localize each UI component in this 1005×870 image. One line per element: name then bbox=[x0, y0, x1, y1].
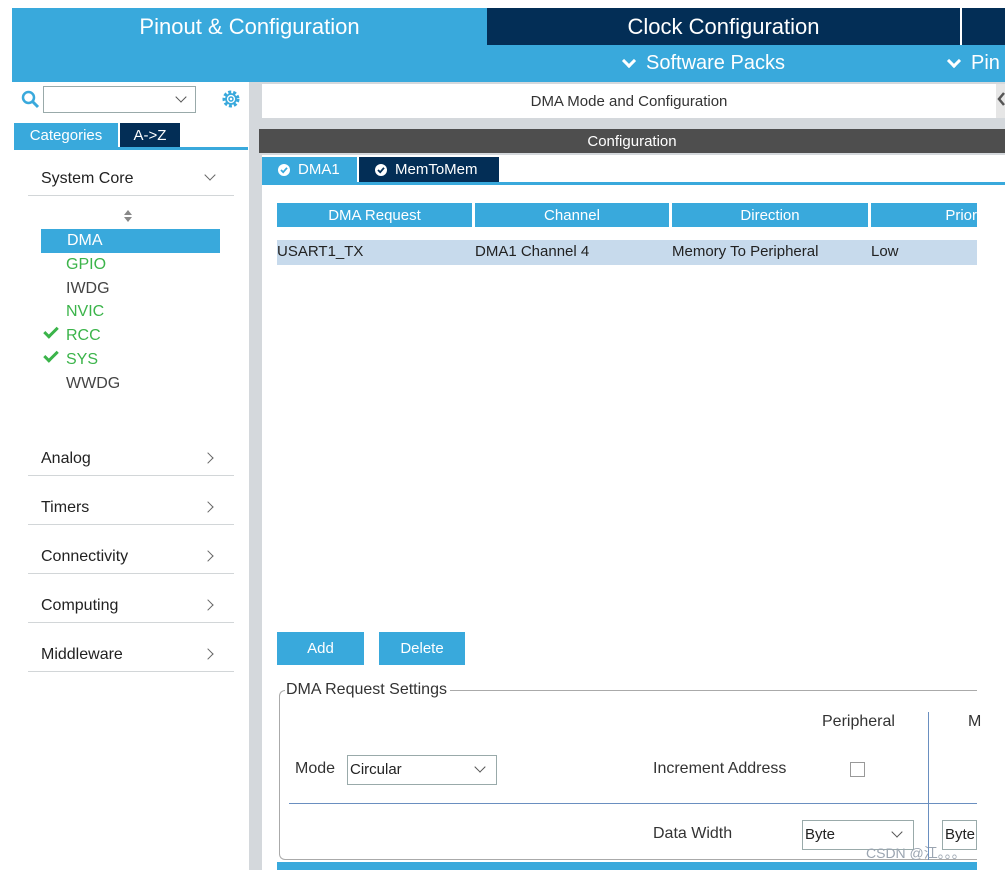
sidebar-item-wwdg[interactable]: WWDG bbox=[66, 372, 120, 396]
configuration-header: Configuration bbox=[259, 129, 1005, 153]
collapse-handle-icon[interactable] bbox=[996, 84, 1005, 118]
tab-a-to-z[interactable]: A->Z bbox=[120, 123, 180, 147]
group-middleware[interactable]: Middleware bbox=[28, 642, 234, 672]
column-dma-request[interactable]: DMA Request bbox=[277, 203, 472, 227]
sidebar-item-iwdg[interactable]: IWDG bbox=[66, 277, 110, 301]
tab-pinout-configuration-label: Pinout & Configuration bbox=[139, 13, 360, 39]
increment-address-label: Increment Address bbox=[653, 760, 787, 777]
cell-channel: DMA1 Channel 4 bbox=[475, 243, 590, 260]
group-computing[interactable]: Computing bbox=[28, 593, 234, 623]
pinout-menu-label: Pin bbox=[971, 52, 1000, 74]
software-packs-menu[interactable]: Software Packs bbox=[621, 45, 785, 82]
cell-direction: Memory To Peripheral bbox=[672, 243, 819, 260]
chevron-down-icon bbox=[621, 53, 637, 68]
software-packs-label: Software Packs bbox=[646, 52, 785, 74]
mode-select[interactable]: Circular bbox=[347, 755, 497, 785]
gear-icon[interactable] bbox=[220, 88, 242, 110]
tab-categories[interactable]: Categories bbox=[14, 123, 118, 147]
dma-request-settings-title: DMA Request Settings bbox=[286, 681, 447, 698]
peripheral-data-width-value: Byte bbox=[805, 826, 836, 843]
chevron-down-icon bbox=[175, 91, 187, 103]
chevron-down-icon bbox=[474, 761, 486, 773]
tabs-underline bbox=[262, 182, 1005, 185]
sidebar-item-dma[interactable]: DMA bbox=[41, 229, 220, 253]
tab-clock-configuration[interactable]: Clock Configuration bbox=[487, 8, 960, 45]
sidebar-item-sys[interactable]: SYS bbox=[66, 348, 98, 372]
sidebar-item-rcc[interactable]: RCC bbox=[66, 324, 101, 348]
tab-a-to-z-label: A->Z bbox=[133, 126, 167, 144]
data-width-label: Data Width bbox=[653, 825, 733, 842]
watermark: CSDN @江。。。 bbox=[866, 845, 966, 861]
column-direction[interactable]: Direction bbox=[672, 203, 868, 227]
configuration-header-title: Configuration bbox=[587, 132, 677, 150]
chevron-right-icon bbox=[202, 452, 214, 464]
peripheral-increment-checkbox[interactable] bbox=[850, 762, 865, 777]
dma-request-settings-legend: DMA Request Settings bbox=[285, 681, 450, 699]
memory-data-width-value: Byte bbox=[945, 826, 976, 843]
add-button-label: Add bbox=[307, 640, 334, 657]
column-label: Direction bbox=[740, 206, 800, 224]
column-priority[interactable]: Prior bbox=[871, 203, 977, 227]
column-label: Prior bbox=[945, 206, 977, 224]
cell-priority: Low bbox=[871, 243, 899, 260]
tab-dma1-label: DMA1 bbox=[298, 161, 340, 178]
chevron-down-icon bbox=[204, 169, 216, 181]
tab-next-partial[interactable] bbox=[962, 8, 1005, 45]
group-timers-label: Timers bbox=[41, 499, 90, 516]
delete-button[interactable]: Delete bbox=[379, 632, 465, 665]
settings-row-divider bbox=[289, 803, 977, 804]
mode-label: Mode bbox=[295, 760, 336, 777]
chevron-down-icon bbox=[891, 826, 903, 838]
sidebar-item-gpio[interactable]: GPIO bbox=[66, 253, 106, 277]
tab-memtomem-label: MemToMem bbox=[395, 161, 478, 178]
column-label: Channel bbox=[544, 206, 600, 224]
group-system-core[interactable]: System Core bbox=[28, 166, 234, 196]
left-panel bbox=[0, 82, 249, 870]
category-tabs-underline bbox=[14, 147, 248, 150]
group-computing-label: Computing bbox=[41, 597, 119, 614]
chevron-right-icon bbox=[202, 501, 214, 513]
chevron-down-icon bbox=[946, 53, 962, 68]
group-analog-label: Analog bbox=[41, 450, 91, 467]
column-label: DMA Request bbox=[328, 206, 421, 224]
check-circle-icon bbox=[278, 163, 290, 176]
pinout-menu[interactable]: Pin bbox=[946, 45, 1000, 82]
sub-menu-bar: Software Packs Pin bbox=[12, 45, 1005, 82]
tab-pinout-configuration[interactable]: Pinout & Configuration bbox=[12, 8, 487, 45]
chevron-right-icon bbox=[202, 599, 214, 611]
sidebar-item-label: DMA bbox=[67, 232, 103, 249]
check-circle-icon bbox=[375, 163, 387, 176]
group-system-core-label: System Core bbox=[41, 170, 134, 187]
bottom-scrollbar[interactable] bbox=[277, 862, 977, 870]
panel-divider[interactable] bbox=[249, 82, 259, 870]
search-icon[interactable] bbox=[21, 90, 41, 110]
tab-dma1[interactable]: DMA1 bbox=[262, 157, 357, 182]
column-channel[interactable]: Channel bbox=[475, 203, 669, 227]
sidebar-item-nvic[interactable]: NVIC bbox=[66, 300, 104, 324]
sort-icon[interactable] bbox=[123, 210, 133, 222]
group-analog[interactable]: Analog bbox=[28, 446, 234, 476]
search-input[interactable] bbox=[43, 86, 196, 113]
memory-column-header: M bbox=[968, 713, 982, 730]
tab-clock-configuration-label: Clock Configuration bbox=[627, 13, 820, 39]
group-middleware-label: Middleware bbox=[41, 646, 123, 663]
tab-categories-label: Categories bbox=[29, 126, 103, 144]
peripheral-column-header: Peripheral bbox=[822, 713, 895, 730]
group-timers[interactable]: Timers bbox=[28, 495, 234, 525]
delete-button-label: Delete bbox=[400, 640, 444, 657]
mode-header-title: DMA Mode and Configuration bbox=[530, 92, 728, 110]
mode-select-value: Circular bbox=[350, 761, 402, 778]
tab-memtomem[interactable]: MemToMem bbox=[359, 157, 499, 182]
group-connectivity[interactable]: Connectivity bbox=[28, 544, 234, 574]
chevron-right-icon bbox=[202, 550, 214, 562]
cell-dma-request: USART1_TX bbox=[277, 243, 364, 260]
chevron-right-icon bbox=[202, 648, 214, 660]
add-button[interactable]: Add bbox=[277, 632, 364, 665]
group-connectivity-label: Connectivity bbox=[41, 548, 129, 565]
mode-header: DMA Mode and Configuration bbox=[262, 84, 996, 118]
memory-column-separator bbox=[928, 712, 929, 860]
